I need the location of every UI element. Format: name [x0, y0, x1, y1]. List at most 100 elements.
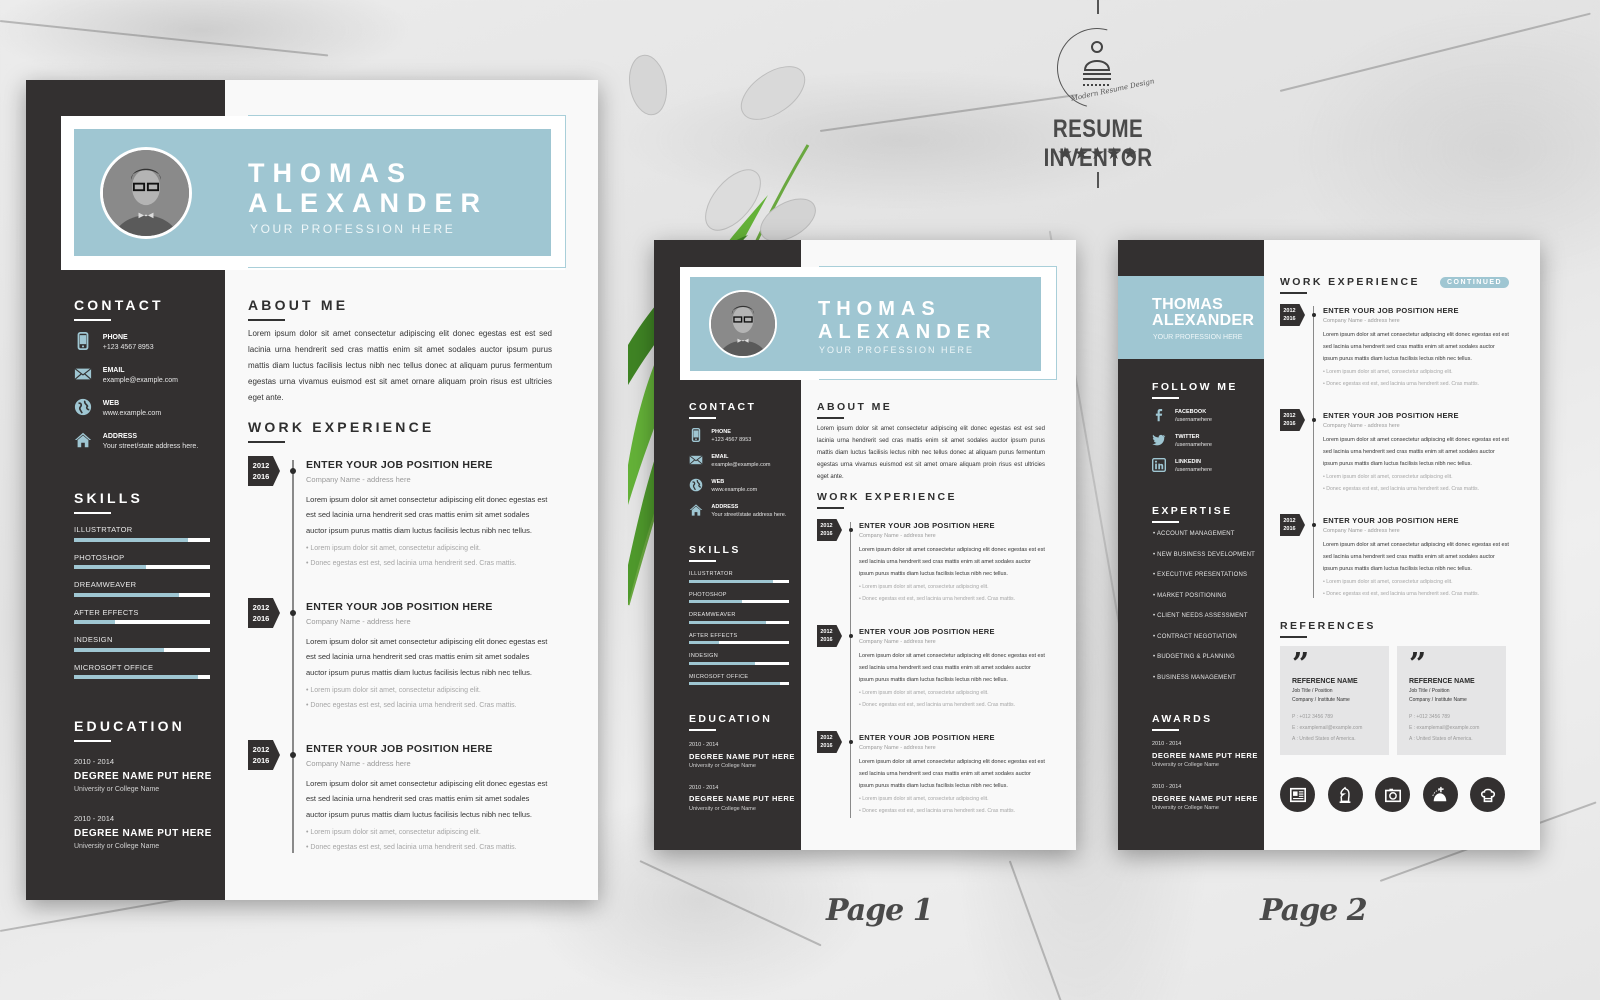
- social-item[interactable]: TWITTER/usernamehere: [1152, 433, 1212, 449]
- job-item: ENTER YOUR JOB POSITION HERE Company Name…: [859, 733, 1045, 817]
- job-end-year: 2016: [820, 637, 833, 643]
- reference-email[interactable]: E : examplemail@example.com: [1409, 723, 1494, 734]
- skills-heading: SKILLS: [74, 490, 143, 514]
- contact-value[interactable]: example@example.com: [103, 376, 178, 386]
- skill-bar-fill: [689, 600, 742, 604]
- skill-name: DREAMWEAVER: [74, 580, 137, 589]
- job-end-year: 2016: [820, 743, 833, 749]
- education-item: 2010 - 2014 DEGREE NAME PUT HERE Universit…: [689, 741, 795, 772]
- contact-label: PHONE: [711, 429, 731, 435]
- facebook-icon[interactable]: [1152, 408, 1166, 422]
- job-start-year: 2012: [820, 522, 833, 529]
- job-start-year: 2012: [1283, 517, 1296, 524]
- entry-degree: DEGREE NAME PUT HERE: [74, 770, 212, 782]
- hobby-badge: [1375, 777, 1410, 812]
- resume-page-1: THOMAS ALEXANDER YOUR PROFESSION HERE CO…: [654, 240, 1076, 850]
- references-heading: REFERENCES: [1280, 620, 1376, 638]
- skill-bar: [74, 537, 210, 542]
- job-bullet: • Donec egestas est est, sed lacinia urn…: [306, 844, 517, 852]
- timeline-dot: [1311, 523, 1316, 527]
- skill-name: INDESIGN: [74, 635, 113, 644]
- skill-bar-fill: [74, 592, 179, 597]
- chess-knight-icon: [1336, 786, 1354, 804]
- linkedin-icon[interactable]: [1152, 458, 1166, 472]
- skill-name: MICROSOFT OFFICE: [689, 673, 749, 680]
- timeline-line: [292, 460, 294, 853]
- entry-dates: 2010 - 2014: [74, 814, 115, 823]
- home-icon: [74, 431, 92, 449]
- logo-divider-bottom: [1097, 172, 1099, 188]
- social-item[interactable]: LINKEDIN/usernamehere: [1152, 458, 1212, 474]
- contact-text: WEB www.example.com: [103, 398, 161, 419]
- contact-text: ADDRESS Your street/state address here.: [103, 431, 198, 452]
- about-heading: ABOUT ME: [248, 297, 348, 321]
- social-text: TWITTER/usernamehere: [1175, 433, 1212, 449]
- skill-bar-fill: [74, 565, 147, 570]
- job-company: Company Name - address here: [306, 475, 411, 485]
- contact-value[interactable]: www.example.com: [711, 487, 757, 495]
- education-item: 2010 - 2014 DEGREE NAME PUT HERE Universit…: [74, 812, 212, 853]
- work-heading-continued: WORK EXPERIENCE: [1280, 276, 1420, 294]
- profile-photo: [709, 290, 777, 358]
- skill-name: DREAMWEAVER: [689, 612, 736, 618]
- social-handle[interactable]: /usernamehere: [1175, 441, 1212, 449]
- job-description: Lorem ipsum dolor sit amet consectetur a…: [859, 547, 1045, 577]
- contact-text: WEB www.example.com: [711, 478, 757, 495]
- contact-value[interactable]: +123 4567 8953: [103, 343, 154, 353]
- skill-bar-fill: [74, 537, 189, 542]
- job-item: ENTER YOUR JOB POSITION HERE Company Name…: [306, 742, 552, 856]
- camera-icon: [1384, 786, 1402, 804]
- entry-school: University or College Name: [689, 763, 756, 770]
- contact-item: PHONE +123 4567 8953: [74, 332, 154, 353]
- reference-phone: P : +012 3456 789: [1292, 714, 1333, 720]
- contact-item: ADDRESS Your street/state address here.: [689, 503, 786, 520]
- timeline-dot: [289, 468, 296, 474]
- skill-bar-fill: [74, 647, 164, 652]
- education-item: 2010 - 2014 DEGREE NAME PUT HERE Universit…: [74, 755, 212, 796]
- entry-dates: 2010 - 2014: [689, 742, 719, 748]
- contact-label: WEB: [711, 479, 725, 485]
- contact-value[interactable]: +123 4567 8953: [711, 437, 751, 445]
- contact-value[interactable]: example@example.com: [711, 462, 770, 470]
- marble-vein: [639, 860, 822, 946]
- job-bullet: • Lorem ipsum dolor sit amet, consectetu…: [1323, 369, 1453, 376]
- contact-label: ADDRESS: [711, 504, 739, 510]
- skill-item: ILLUSTRTATOR: [689, 571, 789, 583]
- chef-hat-icon: [1479, 786, 1497, 804]
- about-text: Lorem ipsum dolor sit amet consectetur a…: [817, 426, 1045, 480]
- phone-icon: [74, 332, 92, 350]
- contact-value[interactable]: www.example.com: [103, 409, 161, 419]
- social-handle[interactable]: /usernamehere: [1175, 466, 1212, 474]
- expertise-item: • CONTRACT NEGOTIATION: [1153, 633, 1237, 640]
- skill-bar-fill: [689, 620, 766, 624]
- contact-value: Your street/state address here.: [102, 443, 199, 451]
- job-description: Lorem ipsum dolor sit amet consectetur a…: [306, 494, 548, 535]
- skill-bar: [689, 682, 789, 686]
- job-end-year: 2016: [252, 756, 270, 765]
- education-heading: EDUCATION: [689, 713, 772, 731]
- social-handle[interactable]: /usernamehere: [1175, 416, 1212, 424]
- timeline-dot: [848, 634, 853, 638]
- job-date-tag: 2012 2016: [817, 625, 842, 647]
- candidate-name: THOMAS ALEXANDER: [248, 158, 488, 218]
- reference-card: ” REFERENCE NAME Job Title / Position Compa…: [1280, 646, 1389, 755]
- job-company: Company Name - address here: [859, 745, 936, 752]
- job-bullets: • Lorem ipsum dolor sit amet, consectetu…: [1323, 367, 1509, 390]
- contact-label: EMAIL: [102, 367, 125, 374]
- reference-email[interactable]: E : examplemail@example.com: [1292, 723, 1377, 734]
- twitter-icon[interactable]: [1152, 433, 1166, 447]
- social-item[interactable]: FACEBOOK/usernamehere: [1152, 408, 1212, 424]
- social-label: LINKEDIN: [1175, 459, 1201, 465]
- job-item: ENTER YOUR JOB POSITION HERE Company Name…: [1323, 516, 1509, 600]
- reference-address: A : United States of America.: [1292, 736, 1356, 742]
- reference-title: Job Title / Position: [1409, 688, 1450, 694]
- timeline-dot: [1311, 418, 1316, 422]
- job-bullets: • Lorem ipsum dolor sit amet, consectetu…: [306, 683, 552, 714]
- skill-name: PHOTOSHOP: [74, 552, 125, 562]
- profession: YOUR PROFESSION HERE: [819, 345, 975, 355]
- skill-bar: [74, 647, 210, 652]
- job-date-tag: 2012 2016: [817, 519, 842, 541]
- job-date-tag: 2012 2016: [248, 456, 280, 486]
- social-text: LINKEDIN/usernamehere: [1175, 458, 1212, 474]
- job-bullets: • Lorem ipsum dolor sit amet, consectetu…: [859, 688, 1045, 711]
